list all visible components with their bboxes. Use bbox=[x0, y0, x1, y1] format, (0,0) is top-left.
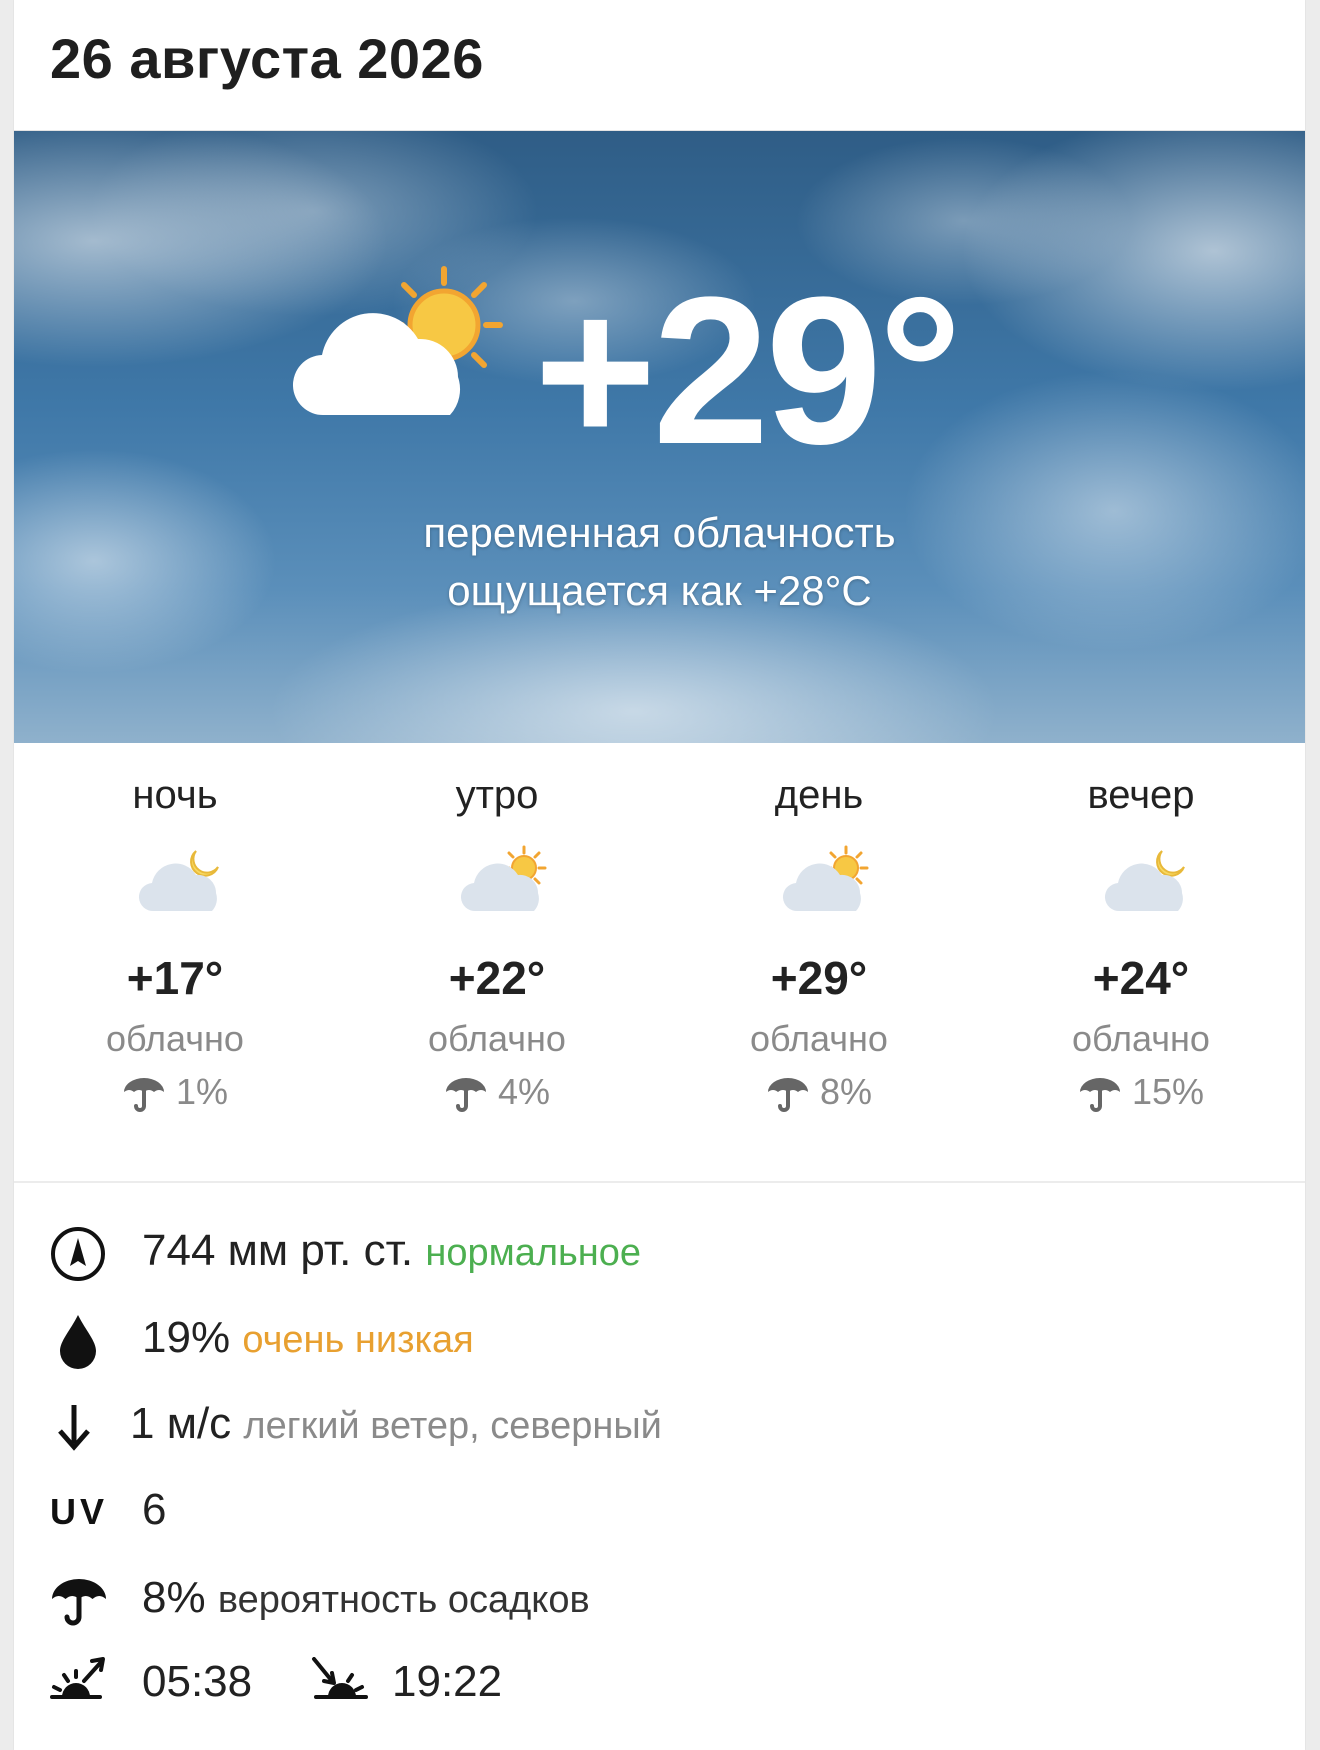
period-condition: облачно bbox=[428, 1018, 566, 1059]
period-day: день +29° облачно 8% bbox=[658, 743, 980, 1183]
weather-card: 26 августа 2026 +29° переменная облачнос… bbox=[14, 0, 1305, 1750]
sunset-icon bbox=[312, 1657, 368, 1699]
uv-value: 6 bbox=[142, 1485, 167, 1534]
current-temperature: +29° bbox=[534, 253, 962, 488]
sunset-time: 19:22 bbox=[392, 1657, 503, 1706]
period-name: ночь bbox=[132, 773, 218, 817]
uv-label: UV bbox=[50, 1491, 109, 1532]
period-night: ночь +17° облачно 1% bbox=[14, 743, 336, 1183]
umbrella-icon bbox=[52, 1579, 106, 1626]
cloud-moon-icon bbox=[1104, 850, 1185, 912]
period-name: день bbox=[774, 773, 864, 817]
period-temperature: +29° bbox=[770, 952, 868, 1004]
humidity-value: 19% bbox=[142, 1313, 231, 1362]
umbrella-icon bbox=[123, 1078, 164, 1112]
pressure-value: 744 мм рт. ст. bbox=[142, 1226, 414, 1275]
period-rain-chance: 4% bbox=[336, 1071, 658, 1113]
sunrise-icon bbox=[50, 1657, 105, 1699]
sunrise-time: 05:38 bbox=[142, 1657, 253, 1706]
humidity-drop-icon bbox=[60, 1315, 96, 1369]
cloud-sun-icon bbox=[292, 266, 503, 416]
period-rain-chance: 15% bbox=[980, 1071, 1302, 1113]
humidity-status: очень низкая bbox=[242, 1319, 474, 1361]
umbrella-icon bbox=[1079, 1078, 1120, 1112]
umbrella-icon bbox=[445, 1078, 486, 1112]
cloud-sun-icon bbox=[782, 845, 869, 912]
period-name: вечер bbox=[1087, 773, 1195, 817]
current-condition: переменная облачность bbox=[423, 509, 896, 556]
wind-value: 1 м/с bbox=[130, 1399, 232, 1448]
precipitation-description: вероятность осадков bbox=[217, 1579, 590, 1621]
cloud-sun-icon bbox=[460, 845, 547, 912]
period-evening: вечер +24° облачно 15% bbox=[980, 743, 1302, 1183]
period-condition: облачно bbox=[750, 1018, 888, 1059]
header: 26 августа 2026 bbox=[14, 0, 1305, 131]
period-temperature: +24° bbox=[1092, 952, 1190, 1004]
period-rain-chance: 8% bbox=[658, 1071, 980, 1113]
period-morning: утро +22° облачно 4% bbox=[336, 743, 658, 1183]
precipitation-value: 8% bbox=[142, 1573, 206, 1622]
pressure-gauge-icon bbox=[51, 1227, 105, 1281]
day-periods: ночь +17° облачно 1% утро +22° облачно 4… bbox=[14, 743, 1305, 1183]
period-temperature: +17° bbox=[126, 952, 224, 1004]
rain-chance-value: 15% bbox=[1131, 1071, 1205, 1112]
period-rain-chance: 1% bbox=[14, 1071, 336, 1113]
feels-like: ощущается как +28°C bbox=[447, 567, 872, 614]
umbrella-icon bbox=[767, 1078, 808, 1112]
wind-description: легкий ветер, северный bbox=[243, 1405, 662, 1447]
rain-chance-value: 8% bbox=[819, 1071, 873, 1112]
date-title: 26 августа 2026 bbox=[50, 27, 484, 90]
period-condition: облачно bbox=[106, 1018, 244, 1059]
rain-chance-value: 4% bbox=[497, 1071, 551, 1112]
period-name: утро bbox=[455, 773, 539, 817]
current-weather-panel: +29° переменная облачность ощущается как… bbox=[14, 131, 1305, 743]
period-temperature: +22° bbox=[448, 952, 546, 1004]
period-condition: облачно bbox=[1072, 1018, 1210, 1059]
pressure-status: нормальное bbox=[425, 1232, 642, 1274]
wind-direction-arrow-icon bbox=[58, 1405, 90, 1451]
cloud-moon-icon bbox=[138, 850, 219, 912]
rain-chance-value: 1% bbox=[175, 1071, 229, 1112]
